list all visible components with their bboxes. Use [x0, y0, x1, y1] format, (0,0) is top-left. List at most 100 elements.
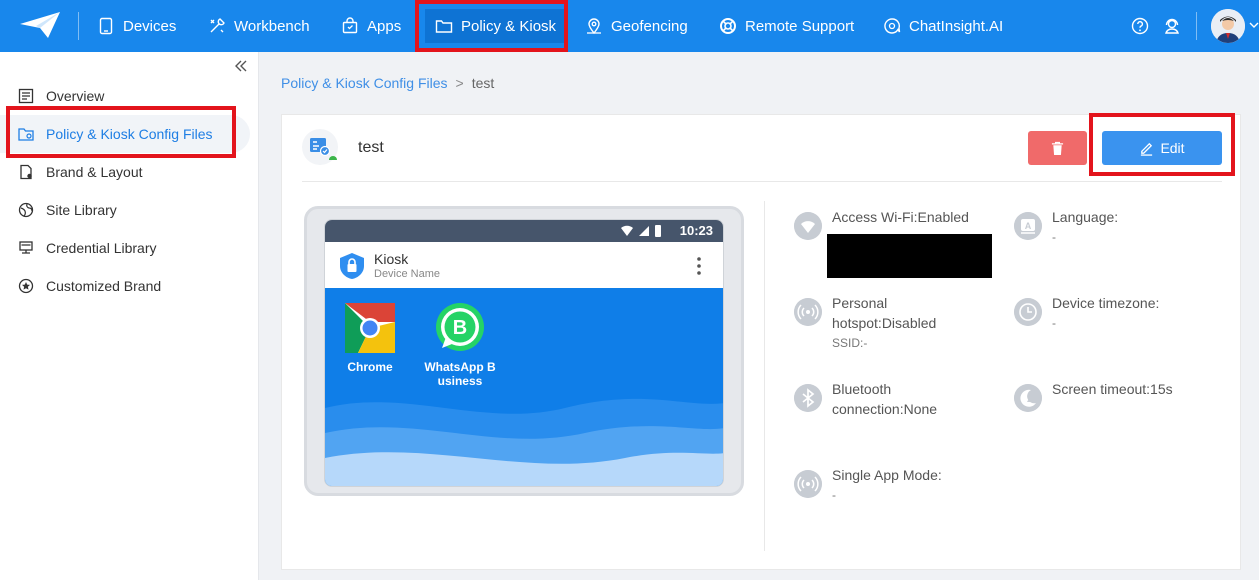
redacted-block [827, 234, 992, 278]
device-status-bar: 10:23 [325, 220, 723, 242]
nav-chatinsight[interactable]: ChatInsight.AI [883, 0, 1003, 52]
clock-icon [1014, 298, 1042, 326]
edit-button-label: Edit [1160, 140, 1185, 156]
nav-workbench-label: Workbench [234, 17, 310, 35]
nav-policy-kiosk[interactable]: Policy & Kiosk [425, 9, 567, 43]
nav-geofencing[interactable]: Geofencing [585, 0, 688, 52]
star-icon [18, 278, 34, 294]
kiosk-subtitle: Device Name [374, 268, 441, 280]
more-vert-icon [697, 257, 701, 275]
nav-workbench[interactable]: Workbench [208, 0, 310, 52]
config-detail-card: test Edit 10:23 Kiosk Device Name Chrome… [281, 114, 1241, 570]
setting-bluetooth-label-1: Bluetooth [832, 381, 892, 397]
kiosk-header: Kiosk Device Name [325, 242, 723, 288]
user-avatar-icon [1211, 9, 1245, 43]
top-nav-bar: Devices Workbench Apps Policy & Kiosk Ge… [0, 0, 1259, 52]
single-app-icon [794, 470, 822, 498]
bag-icon [342, 17, 358, 34]
sidebar-item-customized-brand-label: Customized Brand [46, 278, 162, 294]
sidebar-item-site-library-label: Site Library [46, 202, 117, 218]
nav-apps-label: Apps [367, 17, 402, 35]
hotspot-icon [794, 298, 822, 326]
sidebar-item-site-library[interactable]: Site Library [0, 191, 250, 229]
header-divider [302, 181, 1222, 182]
sidebar-item-brand-layout-label: Brand & Layout [46, 164, 143, 180]
setting-language-value: - [1052, 230, 1056, 244]
kiosk-lock-icon [340, 253, 364, 279]
whatsapp-business-icon: B [436, 303, 484, 351]
document-icon [20, 164, 32, 180]
setting-timezone-value: - [1052, 316, 1056, 330]
sidebar-item-config-files-label: Policy & Kiosk Config Files [46, 126, 213, 142]
breadcrumb: Policy & Kiosk Config Files > test [281, 75, 494, 91]
nav-apps[interactable]: Apps [341, 0, 401, 52]
setting-single-app-label: Single App Mode: [832, 467, 942, 483]
setting-wifi-label: Access Wi-Fi:Enabled [832, 209, 969, 225]
folder-icon [435, 20, 453, 33]
edit-button[interactable]: Edit [1102, 131, 1222, 165]
sidebar-item-overview[interactable]: Overview [0, 77, 250, 115]
chrome-icon [345, 303, 395, 353]
nav-remote-support-label: Remote Support [745, 17, 855, 35]
app-tile-chrome: Chrome [330, 302, 410, 374]
setting-screen-timeout-label: Screen timeout:15s [1052, 381, 1173, 397]
setting-hotspot-label-1: Personal [832, 295, 888, 311]
device-screen: 10:23 Kiosk Device Name Chrome B WhatsAp… [324, 219, 724, 487]
sidebar: Overview Policy & Kiosk Config Files Bra… [0, 52, 259, 580]
kiosk-launcher: Chrome B WhatsApp B usiness [325, 288, 723, 486]
lifebuoy-icon [720, 18, 736, 34]
nav-geofencing-label: Geofencing [611, 17, 688, 35]
waves-background [325, 398, 723, 486]
tools-icon [210, 18, 225, 33]
nav-devices-label: Devices [123, 17, 177, 35]
collapse-sidebar-icon[interactable] [233, 58, 249, 74]
android-config-icon [310, 138, 337, 160]
device-preview: 10:23 Kiosk Device Name Chrome B WhatsAp… [304, 206, 744, 496]
setting-language-label: Language: [1052, 209, 1119, 225]
setting-hotspot-value: SSID:- [832, 336, 868, 350]
delete-button[interactable] [1028, 131, 1087, 165]
config-file-icon [302, 129, 338, 165]
setting-bluetooth-label-2: connection:None [832, 401, 938, 417]
kiosk-title: Kiosk [374, 251, 409, 267]
sidebar-item-credential-library[interactable]: Credential Library [0, 229, 250, 267]
pencil-icon [1141, 142, 1153, 156]
bluetooth-icon [794, 384, 822, 412]
nav-devices[interactable]: Devices [97, 0, 176, 52]
config-title: test [358, 139, 384, 156]
nav-policy-kiosk-label: Policy & Kiosk [461, 17, 557, 35]
svg-text:z: z [1027, 395, 1031, 404]
chevron-down-icon[interactable] [1249, 20, 1259, 30]
wifi-icon [794, 212, 822, 240]
support-agent-icon[interactable] [1162, 16, 1182, 36]
svg-text:A: A [1025, 221, 1032, 231]
setting-hotspot-label-2: hotspot:Disabled [832, 315, 937, 331]
monitor-icon [19, 241, 33, 254]
breadcrumb-current: test [471, 75, 495, 91]
sidebar-item-customized-brand[interactable]: Customized Brand [0, 267, 250, 305]
nav-chatinsight-label: ChatInsight.AI [909, 17, 1004, 35]
vertical-divider [764, 201, 765, 551]
help-icon[interactable] [1130, 16, 1150, 36]
sidebar-item-overview-label: Overview [46, 88, 105, 104]
sidebar-item-config-files[interactable]: Policy & Kiosk Config Files [0, 115, 250, 153]
chat-ai-icon [884, 18, 901, 34]
status-time: 10:23 [679, 223, 713, 238]
setting-single-app-value: - [832, 488, 836, 502]
map-pin-icon [587, 18, 601, 35]
user-avatar[interactable] [1211, 9, 1245, 43]
trash-icon [1051, 141, 1064, 155]
app-tile-whatsapp-business: B WhatsApp B usiness [420, 302, 500, 388]
list-icon [18, 88, 34, 104]
breadcrumb-separator: > [455, 75, 464, 91]
svg-text:B: B [453, 317, 467, 339]
app-logo-icon[interactable] [18, 10, 62, 40]
breadcrumb-parent-link[interactable]: Policy & Kiosk Config Files [281, 75, 448, 91]
tablet-icon [99, 17, 113, 35]
nav-remote-support[interactable]: Remote Support [719, 0, 854, 52]
status-icons [621, 225, 661, 237]
sidebar-item-brand-layout[interactable]: Brand & Layout [0, 153, 250, 191]
moon-icon: z [1014, 384, 1042, 412]
app-tile-whatsapp-label-2: usiness [437, 374, 483, 388]
globe-icon [18, 202, 34, 218]
